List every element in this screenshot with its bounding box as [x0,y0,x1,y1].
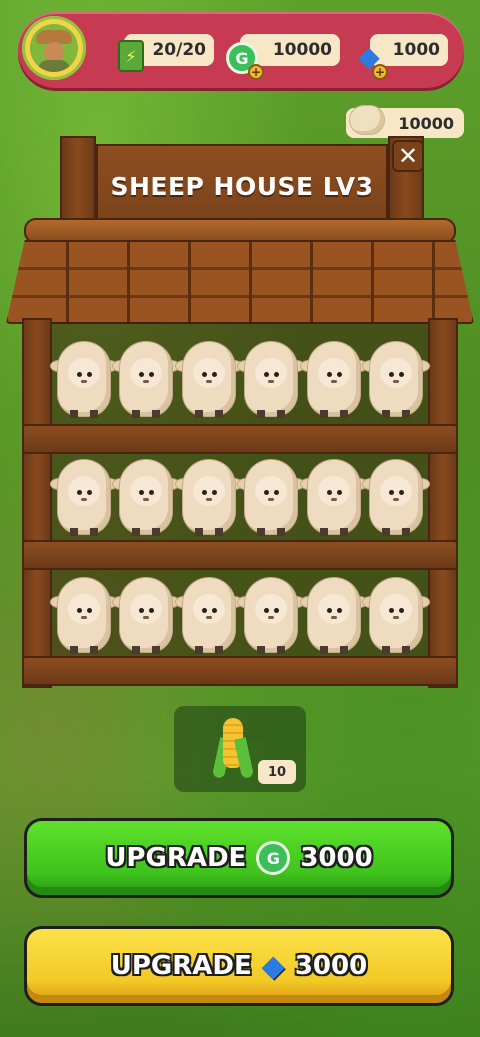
building-sign: SHEEP HOUSE LV3 [96,144,388,228]
building-title: SHEEP HOUSE LV3 [110,171,374,201]
sheep-icon[interactable] [112,456,181,538]
sheep-icon[interactable] [237,456,306,538]
wool-icon [350,106,384,134]
sheep-row-3 [50,574,430,658]
energy-bottle-icon: ⚡ [118,40,144,72]
sheep-icon[interactable] [299,574,368,656]
upgrade-gem-cost: 3000 [294,951,368,981]
blue-gem-icon: ◆ [261,948,285,984]
gem-value: 1000 [392,40,440,60]
upgrade-coin-cost: 3000 [300,843,373,873]
sheep-icon[interactable] [174,338,243,420]
shelf-post-left [22,318,52,688]
upgrade-with-coins-button[interactable]: UPGRADE G 3000 [24,818,454,898]
sheep-icon[interactable] [237,574,306,656]
sheep-icon[interactable] [299,456,368,538]
sheep-icon[interactable] [361,338,430,420]
shelf-plank [22,424,458,454]
sheep-icon[interactable] [174,456,243,538]
upgrade-label: UPGRADE [110,951,252,981]
player-avatar[interactable] [22,16,86,80]
add-coins-plus-icon[interactable]: + [248,64,264,80]
sheep-icon[interactable] [50,338,118,420]
shelf-post-right [428,318,458,688]
corn-icon [211,718,255,779]
sheep-icon[interactable] [174,574,243,656]
sheep-icon[interactable] [112,338,181,420]
roof-shingles [6,240,474,324]
shelf-plank [22,540,458,570]
sheep-icon[interactable] [237,338,306,420]
shelf-plank [22,656,458,686]
sheep-icon[interactable] [112,574,181,656]
sheep-icon[interactable] [361,456,430,538]
close-button[interactable]: ✕ [392,140,424,172]
sheep-row-2 [50,456,430,540]
upgrade-label: UPGRADE [105,843,247,873]
close-icon: ✕ [397,142,419,170]
coin-value: 10000 [272,40,332,60]
green-coin-icon: G [256,841,291,875]
energy-value: 20/20 [152,40,206,60]
sheep-icon[interactable] [361,574,430,656]
add-gems-plus-icon[interactable]: + [372,64,388,80]
sheep-icon[interactable] [50,574,118,656]
feed-slot[interactable]: 10 [174,706,306,792]
sheep-icon[interactable] [299,338,368,420]
wool-value: 10000 [398,113,454,133]
sheep-icon[interactable] [50,456,118,538]
upgrade-with-gems-button[interactable]: UPGRADE ◆ 3000 [24,926,454,1006]
sheep-row-1 [50,338,430,422]
feed-count-badge: 10 [258,760,296,784]
farmer-avatar-icon [30,24,78,72]
